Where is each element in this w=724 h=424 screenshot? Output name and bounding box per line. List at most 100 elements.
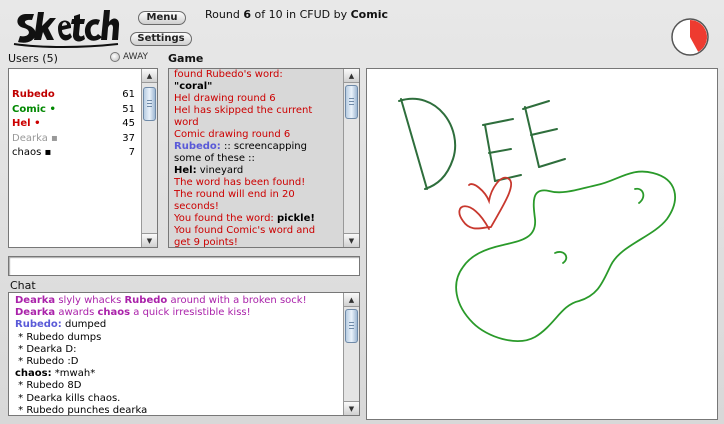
user-score: 37 — [122, 132, 135, 144]
letter-e2-bottom — [538, 158, 566, 168]
sketch-game-window: Menu Settings Round 6 of 10 in CFUD by C… — [0, 0, 724, 424]
scroll-up-icon[interactable]: ▲ — [344, 69, 359, 83]
message-fragment: seconds! — [174, 201, 219, 212]
scroll-thumb[interactable] — [345, 309, 358, 343]
scroll-up-icon[interactable]: ▲ — [344, 293, 359, 307]
message-fragment: vineyard — [196, 165, 244, 176]
game-log-line: "coral" — [169, 81, 342, 93]
chat-input[interactable] — [8, 256, 360, 276]
users-title: Users (5) — [8, 52, 58, 65]
message-fragment: You found Comic's word and — [174, 225, 316, 236]
user-score: 61 — [122, 89, 135, 100]
message-fragment: awards — [55, 307, 98, 319]
users-scrollbar[interactable]: ▲ ▼ — [141, 69, 157, 247]
chat-line: * Rubedo punches dearka — [9, 405, 342, 415]
message-fragment: The round will end in 20 — [174, 189, 295, 200]
message-fragment: get 9 points! — [174, 237, 238, 248]
user-score: 7 — [128, 147, 135, 159]
chat-log: Dearka slyly whacks Rubedo around with a… — [9, 295, 342, 415]
user-name: Comic • — [12, 103, 56, 115]
user-row[interactable]: chaos ▪ 7 — [9, 146, 140, 161]
round-current: 6 — [243, 8, 251, 21]
message-fragment: some of these :: — [174, 153, 255, 164]
users-panel: Rubedo 61 Comic • 51 Hel • 45 Dearka ▪ 37 chaos … — [8, 68, 158, 248]
message-fragment: Comic drawing round 6 — [174, 129, 291, 140]
message-fragment: Dearka — [15, 295, 56, 306]
message-fragment: chaos — [97, 307, 131, 319]
letter-e2-mid — [530, 128, 558, 136]
game-log-line: Hel: vineyard — [169, 165, 342, 177]
round-author: Comic — [350, 8, 388, 21]
game-log-line: The round will end in 20 — [169, 189, 342, 201]
round-timer-icon — [671, 18, 709, 56]
game-log-line: some of these :: — [169, 153, 342, 165]
chat-line: Dearka awards chaos a quick irresistible… — [9, 307, 342, 319]
chat-line: * Dearka D: — [9, 344, 342, 356]
letter-e1-mid — [488, 148, 512, 154]
game-log-line: You found the word: pickle! — [169, 213, 342, 225]
drawing-canvas[interactable] — [366, 68, 718, 420]
user-status-mark: ▪ — [47, 132, 58, 144]
user-score: 51 — [122, 103, 135, 115]
user-name: chaos ▪ — [12, 147, 52, 159]
sketch-logo — [13, 10, 120, 48]
user-row[interactable]: Dearka ▪ 37 — [9, 132, 140, 147]
user-row[interactable]: Rubedo 61 — [9, 88, 140, 103]
chat-title: Chat — [10, 279, 36, 292]
letter-e2-top — [522, 100, 550, 110]
user-row[interactable]: Comic • 51 — [9, 103, 140, 118]
user-status-mark: ▪ — [41, 147, 52, 159]
user-status-mark: • — [30, 118, 41, 130]
message-fragment: Rubedo: — [174, 141, 221, 152]
scroll-thumb[interactable] — [345, 85, 358, 119]
drawn-heart — [458, 176, 512, 230]
game-log-line: The word has been found! — [169, 177, 342, 189]
away-toggle[interactable]: AWAY — [110, 52, 148, 62]
drawn-letters-dee — [398, 97, 566, 190]
game-log-line: Comic drawing round 6 — [169, 129, 342, 141]
chat-scrollbar[interactable]: ▲ ▼ — [343, 293, 359, 415]
message-fragment: :: screencapping — [220, 141, 307, 152]
game-log: found Rubedo's word: "coral" Hel drawing r… — [169, 69, 342, 248]
scroll-down-icon[interactable]: ▼ — [142, 233, 157, 247]
message-fragment: Rubedo: — [15, 319, 62, 331]
game-title: Game — [168, 52, 204, 65]
game-log-line: Hel drawing round 6 — [169, 93, 342, 105]
chat-line: chaos: *mwah* — [9, 368, 342, 380]
message-fragment: Dearka — [15, 307, 56, 319]
chat-panel: Dearka slyly whacks Rubedo around with a… — [8, 292, 360, 416]
message-fragment: * Dearka kills chaos. — [15, 392, 121, 404]
letter-e2-stem — [524, 106, 540, 168]
chat-line: Dearka slyly whacks Rubedo around with a… — [9, 295, 342, 307]
scroll-thumb[interactable] — [143, 87, 156, 121]
message-fragment: Rubedo — [124, 295, 168, 306]
scroll-up-icon[interactable]: ▲ — [142, 69, 157, 83]
scroll-down-icon[interactable]: ▼ — [344, 401, 359, 415]
menu-button[interactable]: Menu — [138, 11, 186, 25]
game-log-line: get 9 points! — [169, 237, 342, 248]
message-fragment: * Rubedo dumps — [15, 331, 102, 343]
letter-d-stem — [400, 98, 428, 190]
game-log-line: word — [169, 117, 342, 129]
letter-e1-top — [482, 118, 514, 126]
message-fragment: * Dearka D: — [15, 343, 77, 355]
round-info: Round 6 of 10 in CFUD by Comic — [205, 8, 388, 21]
settings-button[interactable]: Settings — [130, 32, 192, 46]
user-name: Hel • — [12, 118, 41, 130]
message-fragment: around with a broken sock! — [167, 295, 307, 306]
user-row[interactable]: Hel • 45 — [9, 117, 140, 132]
game-log-scrollbar[interactable]: ▲ ▼ — [343, 69, 359, 247]
game-log-line: Rubedo: :: screencapping — [169, 141, 342, 153]
chat-line: * Rubedo :D — [9, 356, 342, 368]
user-score: 45 — [122, 118, 135, 130]
game-log-panel: found Rubedo's word: "coral" Hel drawing r… — [168, 68, 360, 248]
game-log-line: found Rubedo's word: — [169, 69, 342, 81]
message-fragment: You found the word: — [174, 213, 277, 224]
message-fragment: word — [174, 117, 199, 128]
chat-line: * Rubedo 8D — [9, 380, 342, 392]
user-status-mark: • — [45, 103, 56, 115]
pickle-bump-2 — [554, 251, 568, 264]
away-radio-icon[interactable] — [110, 52, 120, 62]
away-label: AWAY — [123, 52, 149, 62]
scroll-down-icon[interactable]: ▼ — [344, 233, 359, 247]
